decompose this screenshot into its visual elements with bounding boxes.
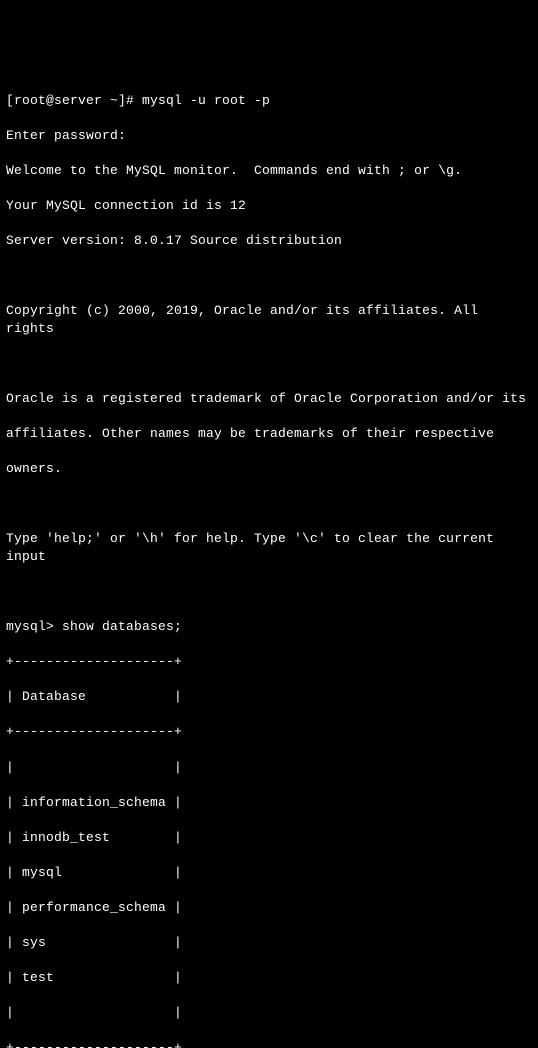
table-row: | innodb_test | <box>6 829 532 847</box>
mysql-prompt: mysql> <box>6 619 62 634</box>
terminal-output: [root@server ~]# mysql -u root -p Enter … <box>6 74 532 1048</box>
table-row: | sys | <box>6 934 532 952</box>
copyright-line: Copyright (c) 2000, 2019, Oracle and/or … <box>6 302 532 337</box>
table-header: | Database | <box>6 688 532 706</box>
password-prompt: Enter password: <box>6 127 532 145</box>
help-line: Type 'help;' or '\h' for help. Type '\c'… <box>6 530 532 565</box>
table-row: | performance_schema | <box>6 899 532 917</box>
trademark-line-2: affiliates. Other names may be trademark… <box>6 425 532 443</box>
table-row: | information_schema | <box>6 794 532 812</box>
mysql-login-command: mysql -u root -p <box>142 93 270 108</box>
connection-id: Your MySQL connection id is 12 <box>6 197 532 215</box>
blank-line <box>6 495 532 513</box>
shell-prompt-line: [root@server ~]# mysql -u root -p <box>6 92 532 110</box>
shell-prompt: [root@server ~]# <box>6 93 142 108</box>
table-border-bottom: +--------------------+ <box>6 1039 532 1048</box>
welcome-message: Welcome to the MySQL monitor. Commands e… <box>6 162 532 180</box>
trademark-line-3: owners. <box>6 460 532 478</box>
server-version: Server version: 8.0.17 Source distributi… <box>6 232 532 250</box>
show-databases-command: show databases; <box>62 619 182 634</box>
table-border-mid: +--------------------+ <box>6 723 532 741</box>
mysql-prompt-line-1: mysql> show databases; <box>6 618 532 636</box>
table-border-top: +--------------------+ <box>6 653 532 671</box>
table-row: | mysql | <box>6 864 532 882</box>
table-row: | test | <box>6 969 532 987</box>
blank-line <box>6 355 532 373</box>
blank-line <box>6 583 532 601</box>
trademark-line-1: Oracle is a registered trademark of Orac… <box>6 390 532 408</box>
blank-line <box>6 267 532 285</box>
table-row-empty: | | <box>6 1004 532 1022</box>
table-row-empty: | | <box>6 759 532 777</box>
